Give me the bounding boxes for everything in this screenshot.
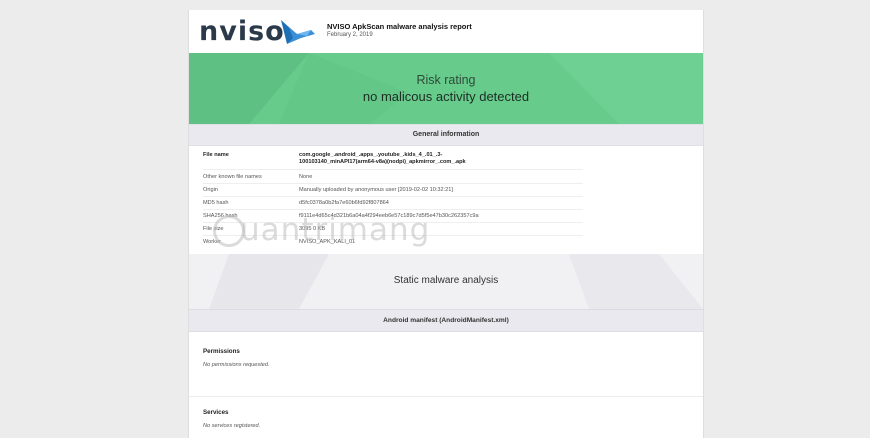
services-section: Services No services registered. [189,397,703,429]
static-analysis-banner: Static malware analysis [189,254,703,309]
report-date: February 2, 2019 [327,32,373,38]
info-key: Other known file names [203,174,262,180]
report-header: nviso NVISO ApkScan malware analysis rep… [189,10,703,53]
nviso-logo: nviso [199,16,285,47]
info-value: None [299,174,313,180]
permissions-text: No permissions requested. [203,362,270,368]
info-key: File name [203,152,229,158]
info-value: com.google_.android_.apps_.youtube_.kids… [299,152,443,158]
permissions-title: Permissions [203,348,240,355]
general-information-header: General information [189,124,703,146]
services-title: Services [203,409,229,416]
risk-rating-title: Risk rating [416,73,476,87]
services-text: No services registered. [203,423,261,429]
android-manifest-header: Android manifest (AndroidManifest.xml) [189,309,703,332]
watermark: uantrimang [240,212,431,248]
info-key: Origin [203,187,218,193]
risk-rating-banner: Risk rating no malicous activity detecte… [189,53,703,124]
info-key: MD5 hash [203,200,229,206]
info-value: d5fc0378a0b2fa7e60b6fd92f807864 [299,200,389,206]
info-value: 100103140_minAPI17(arm64-v8a)(nodpi)_apk… [299,159,466,165]
permissions-section: Permissions No permissions requested. [189,332,703,396]
static-analysis-title: Static malware analysis [393,275,499,286]
report-title: NVISO ApkScan malware analysis report [327,22,472,31]
info-value: Manually uploaded by anonymous user [201… [299,187,453,193]
bird-logo-icon [281,20,315,44]
risk-verdict: no malicous activity detected [362,89,530,104]
